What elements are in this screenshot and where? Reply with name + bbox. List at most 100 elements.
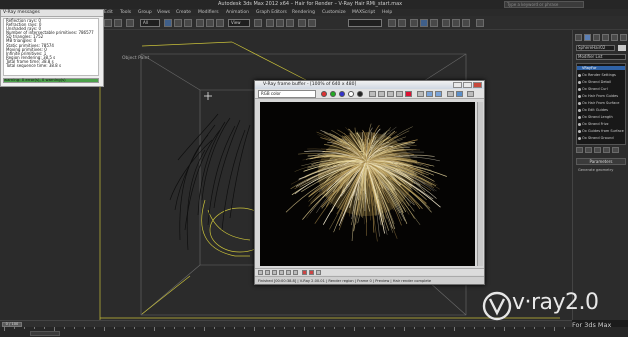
object-color-swatch[interactable] — [618, 45, 626, 51]
show-end-result-icon[interactable] — [585, 147, 592, 153]
search-input[interactable]: Type a keyword or phrase — [504, 1, 584, 8]
modifier-visibility-icon[interactable] — [578, 123, 581, 126]
stop-render-icon[interactable] — [447, 91, 454, 97]
selection-filter-dropdown[interactable]: All — [140, 19, 160, 27]
green-channel-icon[interactable] — [330, 91, 336, 97]
compare-a-icon[interactable] — [302, 270, 307, 275]
channel-select[interactable]: RGB color — [258, 90, 316, 98]
link-vfb-icon[interactable] — [417, 91, 424, 97]
load-image-icon[interactable] — [378, 91, 385, 97]
rotate-icon[interactable] — [206, 19, 214, 27]
rendered-image[interactable] — [260, 102, 475, 266]
mirror-icon[interactable] — [298, 19, 306, 27]
modifier-visibility-icon[interactable] — [578, 95, 581, 98]
layer-manager-icon[interactable] — [388, 19, 396, 27]
reference-coord-dropdown[interactable]: View — [228, 19, 250, 27]
curve-editor-icon[interactable] — [410, 19, 418, 27]
modifier-visibility-icon[interactable] — [578, 137, 581, 140]
material-editor-icon[interactable] — [430, 19, 438, 27]
move-icon[interactable] — [196, 19, 204, 27]
modifier-stack-item[interactable]: Ox Strand Detail — [582, 80, 611, 84]
snap-icon[interactable] — [266, 19, 274, 27]
render-production-icon[interactable] — [462, 19, 470, 27]
modifier-list-dropdown[interactable]: Modifier List — [576, 54, 626, 60]
make-unique-icon[interactable] — [594, 147, 601, 153]
parameters-rollout[interactable]: Parameters — [576, 158, 626, 165]
modifier-stack-item[interactable]: Ox Strand Ground — [582, 136, 614, 140]
history-icon[interactable] — [316, 270, 321, 275]
red-channel-icon[interactable] — [321, 91, 327, 97]
region-render-icon[interactable] — [426, 91, 433, 97]
menu-animation[interactable]: Animation — [226, 10, 249, 15]
render-icon[interactable] — [456, 91, 463, 97]
modifier-stack-item[interactable]: Ox Strand Curl — [582, 87, 608, 91]
menu-customize[interactable]: Customize — [322, 10, 346, 15]
render-last-icon[interactable] — [435, 91, 442, 97]
redo-icon[interactable] — [114, 19, 122, 27]
modifier-visibility-icon[interactable] — [578, 116, 581, 119]
modifier-stack-item[interactable]: Ox Hair From Surface — [582, 101, 619, 105]
modifier-stack-item[interactable]: Ox Strand Length — [582, 115, 613, 119]
exposure-icon[interactable] — [279, 270, 284, 275]
menu-group[interactable]: Group — [138, 10, 152, 15]
undo-icon[interactable] — [104, 19, 112, 27]
modifier-visibility-icon[interactable] — [578, 88, 581, 91]
align-icon[interactable] — [308, 19, 316, 27]
vfb-title[interactable]: V-Ray frame buffer - [100% of 640 x 480] — [255, 81, 484, 89]
modifier-stack-item[interactable]: Ox Hair From Guides — [582, 94, 618, 98]
schematic-view-icon[interactable] — [420, 19, 428, 27]
modifier-stack-item[interactable]: Ox Render Settings — [582, 73, 616, 77]
modifier-stack-item[interactable]: VRayFur — [577, 66, 625, 70]
menu-maxscript[interactable]: MAXScript — [352, 10, 375, 15]
menu-edit[interactable]: Edit — [104, 10, 113, 15]
modifier-visibility-icon[interactable] — [578, 74, 581, 77]
menu-tools[interactable]: Tools — [120, 10, 131, 15]
remove-modifier-icon[interactable] — [603, 147, 610, 153]
clear-image-icon[interactable] — [405, 91, 412, 97]
display-tab-icon[interactable] — [611, 34, 618, 41]
modifier-stack-item[interactable]: Ox Guides from Surface — [582, 129, 624, 133]
link-icon[interactable] — [126, 19, 134, 27]
menu-graph-editors[interactable]: Graph Editors — [256, 10, 287, 15]
modifier-visibility-icon[interactable] — [578, 102, 581, 105]
compare-b-icon[interactable] — [309, 270, 314, 275]
named-selection-dropdown[interactable] — [348, 19, 382, 27]
motion-tab-icon[interactable] — [602, 34, 609, 41]
mono-icon[interactable] — [357, 91, 363, 97]
object-name-field[interactable]: SphereHair02 — [576, 45, 615, 51]
menu-views[interactable]: Views — [157, 10, 170, 15]
teapot-icon[interactable] — [467, 91, 474, 97]
select-by-name-icon[interactable] — [174, 19, 182, 27]
lut-icon[interactable] — [293, 270, 298, 275]
modify-tab-icon[interactable] — [584, 34, 591, 41]
viewport-label[interactable]: Object Paint — [122, 56, 149, 61]
rendered-frame-window-icon[interactable] — [452, 19, 460, 27]
modifier-stack-item[interactable]: Ox Edit Guides — [582, 108, 608, 112]
angle-snap-icon[interactable] — [276, 19, 284, 27]
scale-icon[interactable] — [216, 19, 224, 27]
color-correction-icon[interactable] — [258, 270, 263, 275]
maximize-icon[interactable] — [463, 82, 472, 88]
curve-icon[interactable] — [272, 270, 277, 275]
render-setup-icon[interactable] — [442, 19, 450, 27]
modifier-visibility-icon[interactable] — [578, 130, 581, 133]
blue-channel-icon[interactable] — [339, 91, 345, 97]
alpha-channel-icon[interactable] — [348, 91, 354, 97]
menu-help[interactable]: Help — [382, 10, 392, 15]
menu-rendering[interactable]: Rendering — [292, 10, 315, 15]
close-icon[interactable] — [473, 82, 482, 88]
vertical-scrollbar[interactable] — [477, 102, 483, 266]
vray-messages-title[interactable]: V-Ray messages — [1, 10, 103, 17]
menu-modifiers[interactable]: Modifiers — [198, 10, 219, 15]
pivot-icon[interactable] — [254, 19, 262, 27]
configure-modifier-sets-icon[interactable] — [612, 147, 619, 153]
menu-create[interactable]: Create — [176, 10, 191, 15]
track-mouse-icon[interactable] — [396, 91, 403, 97]
utilities-tab-icon[interactable] — [620, 34, 627, 41]
save-image-icon[interactable] — [369, 91, 376, 97]
levels-icon[interactable] — [265, 270, 270, 275]
hierarchy-tab-icon[interactable] — [593, 34, 600, 41]
duplicate-to-max-icon[interactable] — [387, 91, 394, 97]
create-tab-icon[interactable] — [575, 34, 582, 41]
minimize-icon[interactable] — [453, 82, 462, 88]
